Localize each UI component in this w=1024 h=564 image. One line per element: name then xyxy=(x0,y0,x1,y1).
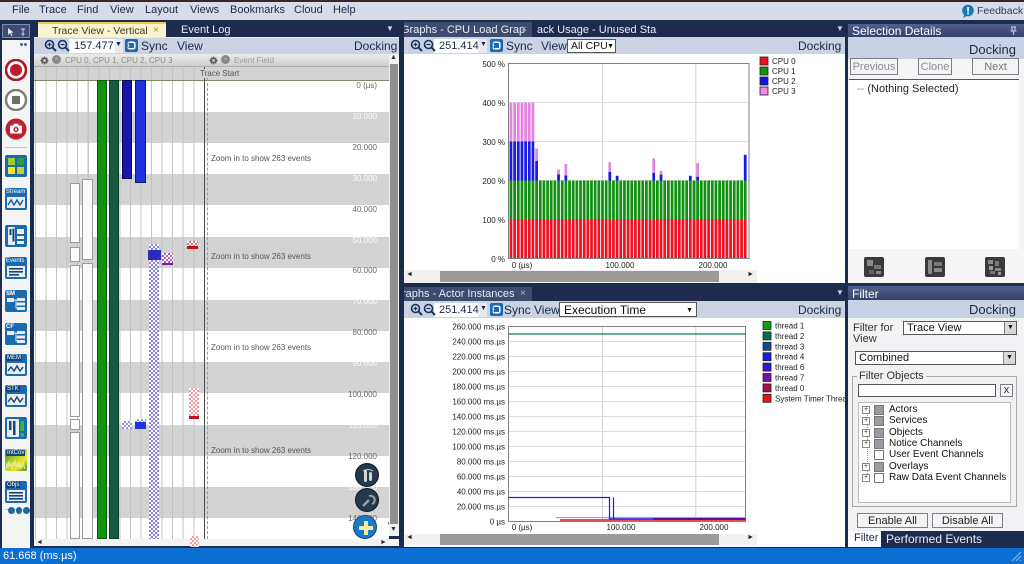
svg-text:40.000 ms.µs: 40.000 ms.µs xyxy=(457,488,505,497)
svg-text:thread 3: thread 3 xyxy=(775,342,805,351)
svg-text:0 µs: 0 µs xyxy=(490,518,505,527)
svg-text:220.000 ms.µs: 220.000 ms.µs xyxy=(452,353,505,362)
svg-text:CPU 1: CPU 1 xyxy=(772,67,796,76)
svg-text:0 (µs): 0 (µs) xyxy=(512,261,533,270)
svg-text:100.000: 100.000 xyxy=(607,523,636,532)
svg-text:100 %: 100 % xyxy=(482,216,505,225)
svg-text:500 %: 500 % xyxy=(482,60,505,69)
svg-text:CPU 3: CPU 3 xyxy=(772,87,796,96)
svg-text:0 (µs): 0 (µs) xyxy=(512,523,533,532)
svg-text:400 %: 400 % xyxy=(482,99,505,108)
svg-text:60.000 ms.µs: 60.000 ms.µs xyxy=(457,473,505,482)
svg-text:140.000 ms.µs: 140.000 ms.µs xyxy=(452,413,505,422)
svg-text:0 %: 0 % xyxy=(491,255,505,264)
svg-text:200 %: 200 % xyxy=(482,177,505,186)
svg-text:thread 1: thread 1 xyxy=(775,322,805,331)
svg-text:thread 2: thread 2 xyxy=(775,332,805,341)
svg-text:160.000 ms.µs: 160.000 ms.µs xyxy=(452,398,505,407)
svg-text:180.000 ms.µs: 180.000 ms.µs xyxy=(452,383,505,392)
svg-text:300 %: 300 % xyxy=(482,138,505,147)
svg-text:thread 7: thread 7 xyxy=(775,374,805,383)
svg-text:80.000 ms.µs: 80.000 ms.µs xyxy=(457,458,505,467)
svg-text:240.000 ms.µs: 240.000 ms.µs xyxy=(452,338,505,347)
svg-text:200.000: 200.000 xyxy=(699,261,728,270)
svg-text:200.000 ms.µs: 200.000 ms.µs xyxy=(452,368,505,377)
svg-text:thread 4: thread 4 xyxy=(775,353,805,362)
svg-text:100.000 ms.µs: 100.000 ms.µs xyxy=(452,443,505,452)
svg-text:thread 6: thread 6 xyxy=(775,363,805,372)
svg-text:120.000 ms.µs: 120.000 ms.µs xyxy=(452,428,505,437)
svg-text:thread 0: thread 0 xyxy=(775,384,805,393)
svg-text:CPU 0: CPU 0 xyxy=(772,57,796,66)
svg-text:System Timer Thread: System Timer Thread xyxy=(775,394,845,403)
svg-text:CPU 2: CPU 2 xyxy=(772,77,796,86)
svg-text:200.000: 200.000 xyxy=(700,523,729,532)
svg-text:100.000: 100.000 xyxy=(606,261,635,270)
svg-text:260.000 ms.µs: 260.000 ms.µs xyxy=(452,323,505,332)
svg-text:20.000 ms.µs: 20.000 ms.µs xyxy=(457,503,505,512)
